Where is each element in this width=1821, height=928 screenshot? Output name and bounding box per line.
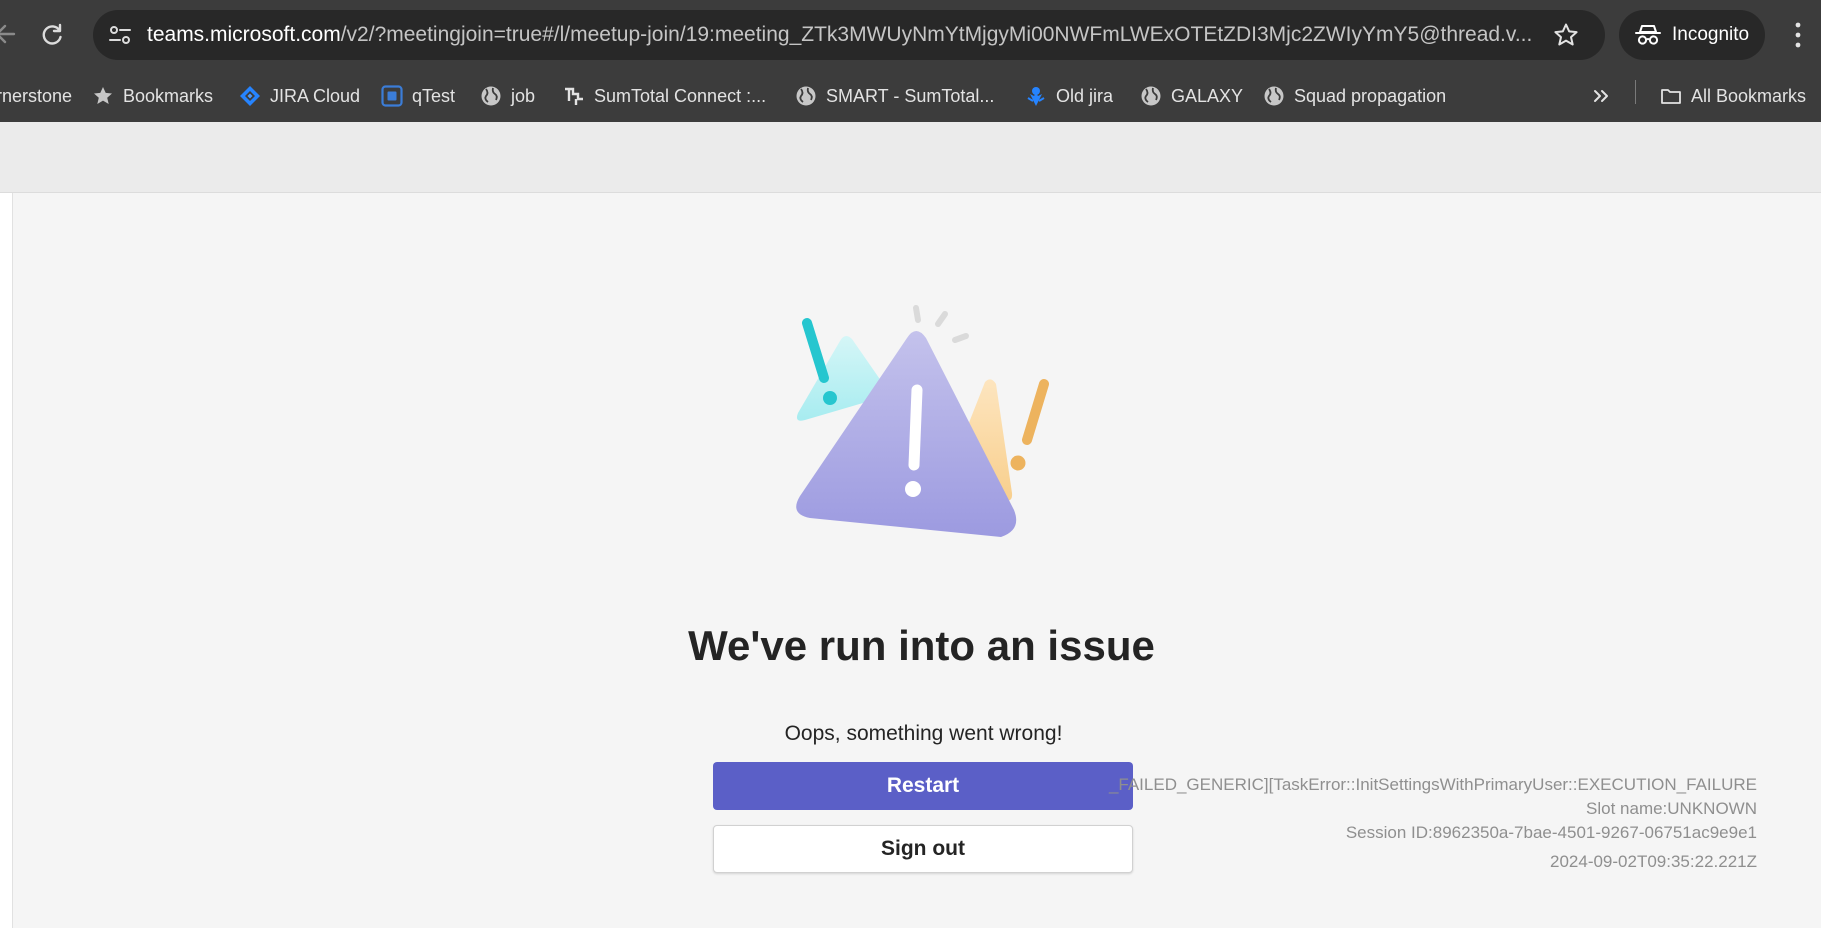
more-menu-icon[interactable]: [1793, 21, 1803, 49]
error-code: _FAILED_GENERIC][TaskError::InitSettings…: [1108, 775, 1757, 794]
more-bookmarks-button[interactable]: [1590, 70, 1621, 122]
bookmark-label: Old jira: [1056, 85, 1114, 106]
bookmark-job[interactable]: job: [480, 70, 535, 122]
bookmark-label: Bookmarks: [123, 85, 214, 106]
slot-name: Slot name:UNKNOWN: [1586, 799, 1757, 818]
bookmark-qtest[interactable]: qTest: [381, 70, 455, 122]
url-path: /v2/?meetingjoin=true#/l/meetup-join/19:…: [340, 23, 1533, 46]
bookmark-star-icon[interactable]: [1553, 22, 1579, 48]
bookmark-squad-propagation[interactable]: Squad propagation: [1263, 70, 1446, 122]
globe-icon: [1264, 86, 1284, 106]
bookmark-item[interactable]: rnerstone: [0, 70, 72, 122]
bookmark-label: job: [511, 85, 536, 106]
bookmark-label: qTest: [412, 85, 456, 106]
address-bar[interactable]: teams.microsoft.com/v2/?meetingjoin=true…: [93, 10, 1605, 60]
folder-icon: [1661, 89, 1681, 104]
bookmark-folder-bookmarks[interactable]: Bookmarks: [92, 70, 213, 122]
bookmark-smart-sumtotal[interactable]: SMART - SumTotal...: [795, 70, 994, 122]
bookmark-label: SumTotal Connect :...: [594, 85, 767, 106]
globe-icon: [481, 86, 501, 106]
bookmark-label: JIRA Cloud: [270, 85, 361, 106]
bookmarks-bar: rnerstone Bookmarks JIRA Cloud qTest job: [0, 70, 1821, 122]
bookmark-label: SMART - SumTotal...: [826, 85, 995, 106]
incognito-icon: [1635, 25, 1661, 45]
old-jira-icon: [1027, 87, 1045, 106]
sumtotal-icon: [565, 87, 583, 105]
bookmarks-divider: [1635, 80, 1636, 104]
all-bookmarks-button[interactable]: All Bookmarks: [1660, 70, 1806, 122]
error-message: Oops, something went wrong!: [784, 722, 1063, 745]
back-arrow-icon[interactable]: [0, 22, 16, 46]
browser-toolbar: teams.microsoft.com/v2/?meetingjoin=true…: [0, 0, 1821, 70]
bookmark-sumtotal-connect[interactable]: SumTotal Connect :...: [563, 70, 766, 122]
reload-icon[interactable]: [39, 22, 65, 48]
qtest-icon: [381, 85, 403, 107]
incognito-indicator[interactable]: Incognito: [1619, 10, 1765, 60]
bookmark-label: Squad propagation: [1294, 85, 1447, 106]
globe-icon: [1141, 86, 1161, 106]
double-chevron-right-icon: [1594, 90, 1608, 102]
bookmark-galaxy[interactable]: GALAXY: [1140, 70, 1243, 122]
site-info-icon[interactable]: [107, 23, 133, 47]
all-bookmarks-label: All Bookmarks: [1691, 85, 1807, 106]
warning-illustration: [796, 305, 1049, 537]
globe-icon: [796, 86, 816, 106]
url-host: teams.microsoft.com: [147, 23, 341, 46]
error-timestamp: 2024-09-02T09:35:22.221Z: [1550, 852, 1757, 871]
bookmark-label: GALAXY: [1171, 85, 1244, 106]
incognito-label: Incognito: [1672, 24, 1750, 45]
star-icon: [94, 87, 112, 104]
jira-icon: [240, 86, 260, 106]
bookmark-old-jira[interactable]: Old jira: [1025, 70, 1113, 122]
bookmark-jira-cloud[interactable]: JIRA Cloud: [239, 70, 360, 122]
bookmark-label: rnerstone: [0, 85, 73, 106]
app-rail: [0, 193, 13, 928]
error-title: We've run into an issue: [688, 622, 1155, 669]
teams-header: [0, 122, 1821, 193]
session-id: Session ID:8962350a-7bae-4501-9267-06751…: [1345, 823, 1757, 842]
url-text[interactable]: teams.microsoft.com/v2/?meetingjoin=true…: [147, 23, 1547, 47]
